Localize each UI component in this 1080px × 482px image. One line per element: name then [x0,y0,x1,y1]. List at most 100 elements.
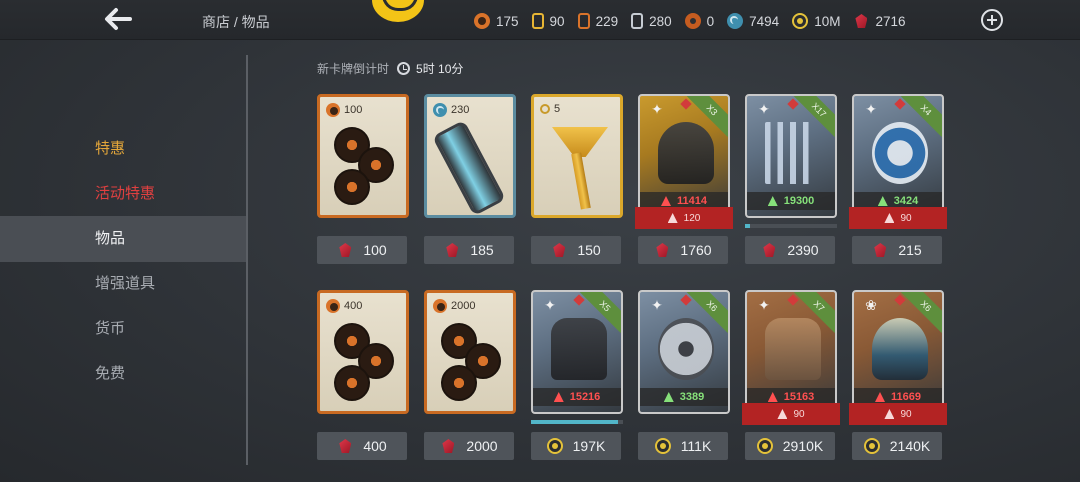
card-gold-key-5[interactable]: 5 [531,94,623,218]
vest-icon [765,318,821,380]
card-gear-claws[interactable]: ✦ X17 19300 [745,94,837,218]
shuriken-icon [658,318,714,380]
card-quantity: 400 [326,299,362,313]
gold-coin-icon [792,13,809,29]
gold-coin-icon [756,438,773,454]
card-gear-hat[interactable]: ❀ X6 11669 [852,290,944,414]
swirl-icon [727,13,744,29]
breadcrumb: 商店 / 物品 [202,14,270,30]
card-orange-coins-400[interactable]: 400 [317,290,409,414]
price-button[interactable]: 400 [317,432,407,460]
helmet-icon [658,122,714,184]
requirement-triangle-icon [884,213,895,223]
key-icon [540,104,550,114]
power-triangle-icon [661,196,671,206]
gold-key-card-icon [531,13,544,29]
price-button[interactable]: 2390 [745,236,835,264]
currency-gold-coin[interactable]: 10M [792,13,840,29]
top-bar: 商店 / 物品 175 90 229 280 0 7494 10M 2716 [0,0,1080,40]
add-currency-plus-icon[interactable] [981,9,1003,31]
power-triangle-icon [553,392,564,402]
gold-coin-icon [546,438,563,454]
card-orange-coins-2000[interactable]: 2000 [424,290,516,414]
currency-orange-coin[interactable]: 175 [474,13,519,29]
silver-card-icon [631,13,644,29]
sidebar-item-free[interactable]: 免费 [0,351,246,397]
price-button[interactable]: 150 [531,236,621,264]
sidebar-divider [246,55,248,465]
card-swirl-capsule-230[interactable]: 230 [424,94,516,218]
currency-swirl[interactable]: 7494 [727,13,779,29]
card-quantity: 100 [326,103,362,117]
dragonfly-icon: ✦ [651,297,663,313]
sidebar-item-special-offers[interactable]: 特惠 [0,126,246,172]
radiation-icon [684,13,701,29]
power-triangle-icon [877,196,888,206]
star-weapon-icon [872,122,928,184]
level-requirement: 120 [635,207,733,229]
level-requirement: 90 [849,403,947,425]
currency-silver-card[interactable]: 280 [631,13,672,29]
clan-emblem-icon: ❀ [865,297,877,313]
price-button[interactable]: 197K [531,432,621,460]
card-quantity: 230 [433,103,469,117]
power-triangle-icon [663,392,674,402]
power-triangle-icon [767,196,778,206]
card-gear-vest[interactable]: ✦ X7 15163 [745,290,837,414]
power-rating: 15216 [533,388,621,406]
countdown-label: 新卡牌倒计时 [317,62,390,76]
ruby-gem-icon [872,242,888,258]
claws-icon [765,122,821,184]
sidebar-item-enhancements[interactable]: 增强道具 [0,261,246,307]
price-button[interactable]: 2140K [852,432,942,460]
upgrade-progress-bar [531,420,623,424]
card-quantity: 2000 [433,299,475,313]
power-triangle-icon [875,392,885,402]
currency-orange-card[interactable]: 229 [577,13,618,29]
sidebar-item-event-offers[interactable]: 活动特惠 [0,171,246,217]
currency-gold-key-card[interactable]: 90 [531,13,565,29]
orange-coins-art-icon [439,321,505,405]
price-button[interactable]: 215 [852,236,942,264]
price-button[interactable]: 1760 [638,236,728,264]
level-requirement: 90 [849,207,947,229]
currency-bar: 175 90 229 280 0 7494 10M 2716 [474,11,919,31]
card-gear-helmet[interactable]: ✦ X3 11414 [638,94,730,218]
currency-radiation[interactable]: 0 [684,13,714,29]
hat-icon [872,318,928,380]
sidebar: 特惠 活动特惠 物品 增强道具 货币 免费 [0,55,248,482]
progress-fill [745,224,750,228]
card-gear-armor[interactable]: ✦ X5 15216 [531,290,623,414]
price-button[interactable]: 2910K [745,432,835,460]
price-button[interactable]: 2000 [424,432,514,460]
gold-coin-icon [654,438,671,454]
progress-fill [531,420,619,424]
armor-icon [551,318,607,380]
sidebar-item-currency[interactable]: 货币 [0,306,246,352]
countdown-time: 5时 10分 [416,62,464,76]
currency-ruby-gem[interactable]: 2716 [853,13,905,29]
ruby-gem-icon [337,438,353,454]
card-gear-shuriken[interactable]: ✦ X6 3389 [638,290,730,414]
orange-coins-art-icon [332,321,398,405]
price-button[interactable]: 111K [638,432,728,460]
card-gear-star-weapon[interactable]: ✦ X4 3424 [852,94,944,218]
back-arrow-icon[interactable] [100,4,140,34]
ruby-gem-icon [551,242,567,258]
upgrade-progress-bar [745,224,837,228]
power-triangle-icon [767,392,778,402]
sidebar-item-items[interactable]: 物品 [0,216,246,262]
orange-coins-art-icon [332,125,398,209]
dragonfly-icon: ✦ [865,101,877,117]
price-button[interactable]: 185 [424,236,514,264]
requirement-triangle-icon [777,409,788,419]
gold-key-shaft [571,152,591,210]
requirement-triangle-icon [667,213,678,223]
ruby-gem-icon [761,242,777,258]
power-rating: 19300 [747,192,835,210]
price-button[interactable]: 100 [317,236,407,264]
card-quantity: 5 [540,103,560,115]
ruby-gem-icon [853,13,869,29]
card-orange-coins-100[interactable]: 100 [317,94,409,218]
orange-coin-icon [326,299,340,313]
